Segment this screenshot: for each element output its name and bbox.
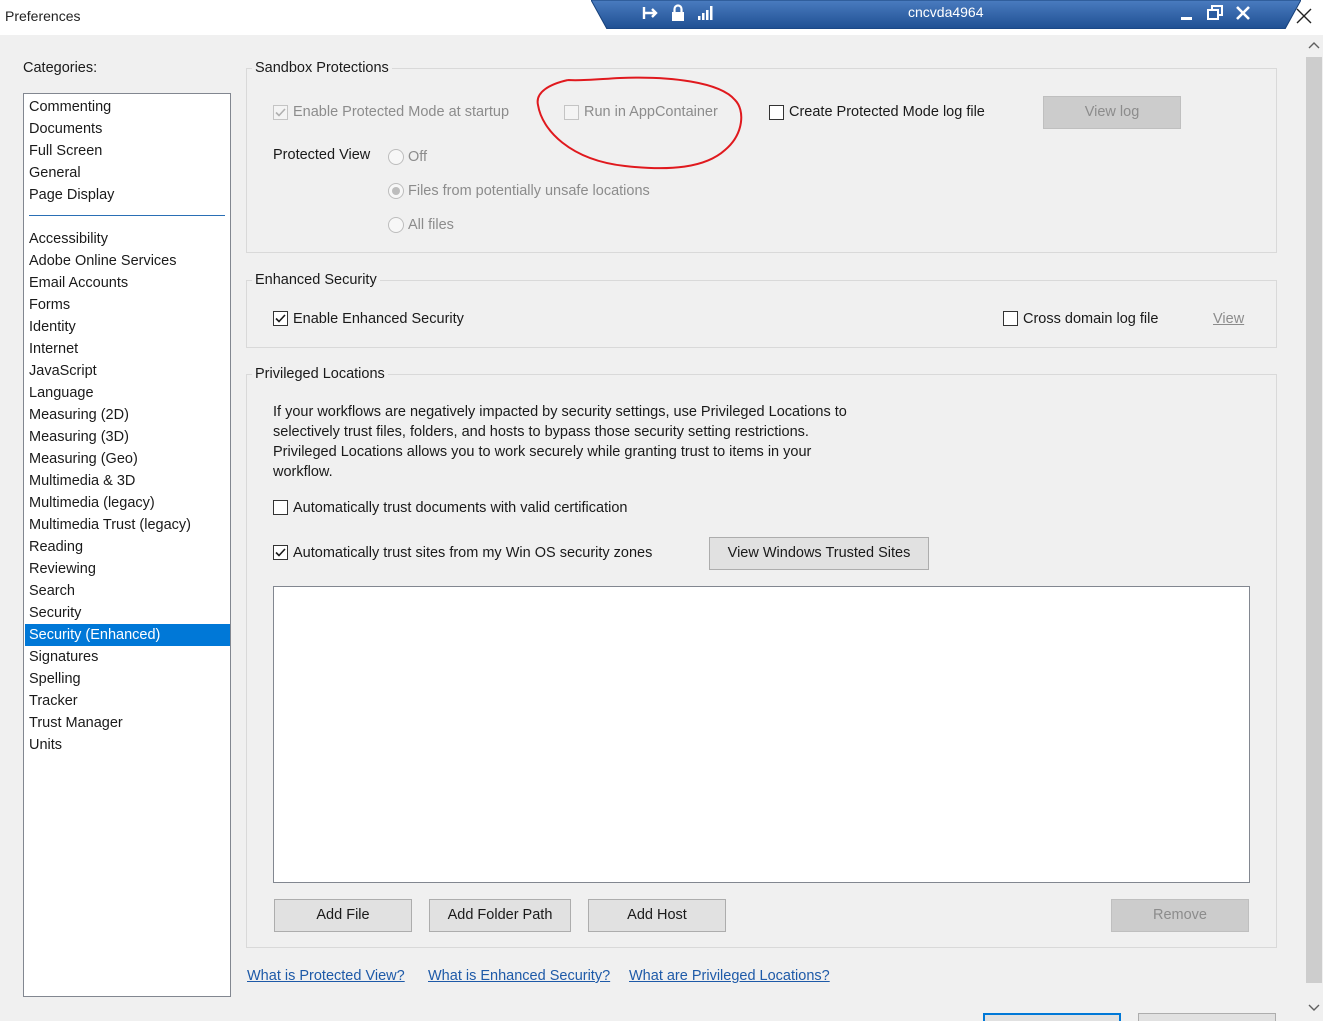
category-item[interactable]: Documents: [25, 118, 230, 140]
close-icon[interactable]: [1233, 3, 1253, 23]
remote-host-name: cncvda4964: [908, 4, 984, 20]
category-item[interactable]: Identity: [25, 316, 230, 338]
red-circle-annotation: [536, 76, 743, 170]
add-file-button[interactable]: Add File: [274, 899, 412, 932]
categories-label: Categories:: [23, 60, 98, 76]
category-item[interactable]: Forms: [25, 294, 230, 316]
enhanced-security-title: Enhanced Security: [252, 272, 380, 288]
enable-enhanced-security-checkbox[interactable]: [273, 311, 288, 326]
category-item[interactable]: Measuring (2D): [25, 404, 230, 426]
auto-trust-sites-label: Automatically trust sites from my Win OS…: [293, 545, 653, 561]
minimize-icon[interactable]: [1177, 3, 1197, 23]
enable-protected-mode-checkbox[interactable]: [273, 105, 288, 120]
window-close-icon[interactable]: [1294, 6, 1314, 26]
category-item[interactable]: Language: [25, 382, 230, 404]
category-item[interactable]: Security: [25, 602, 230, 624]
category-item[interactable]: Full Screen: [25, 140, 230, 162]
auto-trust-sites-checkbox[interactable]: [273, 545, 288, 560]
category-item[interactable]: Measuring (3D): [25, 426, 230, 448]
create-log-checkbox[interactable]: [769, 105, 784, 120]
what-is-protected-view-link[interactable]: What is Protected View?: [247, 968, 405, 984]
restore-icon[interactable]: [1205, 3, 1225, 23]
protected-view-off-label: Off: [408, 149, 428, 165]
scroll-up-icon[interactable]: [1305, 37, 1323, 55]
category-item[interactable]: Multimedia & 3D: [25, 470, 230, 492]
category-separator: [29, 215, 225, 216]
pin-icon[interactable]: [641, 3, 661, 23]
category-item[interactable]: Multimedia Trust (legacy): [25, 514, 230, 536]
cancel-button[interactable]: [1138, 1013, 1276, 1021]
title-bar: Preferences cncvda4964: [0, 0, 1323, 35]
what-are-privileged-locations-link[interactable]: What are Privileged Locations?: [629, 968, 830, 984]
category-item[interactable]: General: [25, 162, 230, 184]
category-item[interactable]: Spelling: [25, 668, 230, 690]
category-item[interactable]: Adobe Online Services: [25, 250, 230, 272]
view-windows-trusted-sites-button[interactable]: View Windows Trusted Sites: [709, 537, 929, 570]
privileged-locations-list[interactable]: [273, 586, 1250, 883]
category-item[interactable]: Commenting: [25, 96, 230, 118]
category-item[interactable]: Search: [25, 580, 230, 602]
category-item[interactable]: Internet: [25, 338, 230, 360]
cross-domain-log-checkbox[interactable]: [1003, 311, 1018, 326]
category-item[interactable]: Accessibility: [25, 228, 230, 250]
categories-list[interactable]: Commenting Documents Full Screen General…: [23, 93, 231, 997]
create-log-label: Create Protected Mode log file: [789, 104, 985, 120]
protected-view-unsafe-label: Files from potentially unsafe locations: [408, 183, 650, 199]
privileged-locations-description: If your workflows are negatively impacte…: [273, 404, 847, 480]
add-host-button[interactable]: Add Host: [588, 899, 726, 932]
category-item[interactable]: Reviewing: [25, 558, 230, 580]
vertical-scrollbar[interactable]: [1305, 35, 1323, 1021]
view-log-button[interactable]: View log: [1043, 96, 1181, 129]
radio-dot: [392, 187, 400, 195]
protected-view-off-radio[interactable]: [388, 149, 404, 165]
what-is-enhanced-security-link[interactable]: What is Enhanced Security?: [428, 968, 610, 984]
protected-view-label: Protected View: [273, 147, 371, 163]
category-item[interactable]: JavaScript: [25, 360, 230, 382]
add-folder-path-button[interactable]: Add Folder Path: [429, 899, 571, 932]
category-item[interactable]: Units: [25, 734, 230, 756]
category-item[interactable]: Measuring (Geo): [25, 448, 230, 470]
sandbox-protections-title: Sandbox Protections: [252, 60, 392, 76]
category-item[interactable]: Multimedia (legacy): [25, 492, 230, 514]
scroll-down-icon[interactable]: [1305, 998, 1323, 1016]
enable-enhanced-security-label: Enable Enhanced Security: [293, 311, 464, 327]
protected-view-all-radio[interactable]: [388, 217, 404, 233]
privileged-locations-title: Privileged Locations: [252, 366, 388, 382]
category-item[interactable]: Page Display: [25, 184, 230, 206]
category-item[interactable]: Reading: [25, 536, 230, 558]
category-item[interactable]: Signatures: [25, 646, 230, 668]
auto-trust-certified-checkbox[interactable]: [273, 500, 288, 515]
category-item-selected[interactable]: Security (Enhanced): [25, 624, 230, 646]
ok-button[interactable]: [983, 1013, 1121, 1021]
signal-icon[interactable]: [696, 3, 716, 23]
protected-view-unsafe-radio[interactable]: [388, 183, 404, 199]
remote-session-bar: cncvda4964: [591, 0, 1301, 29]
lock-icon[interactable]: [668, 3, 688, 23]
category-item[interactable]: Tracker: [25, 690, 230, 712]
cross-domain-log-label: Cross domain log file: [1023, 311, 1159, 327]
auto-trust-certified-label: Automatically trust documents with valid…: [293, 500, 628, 516]
category-item[interactable]: Trust Manager: [25, 712, 230, 734]
remove-button[interactable]: Remove: [1111, 899, 1249, 932]
category-item[interactable]: Email Accounts: [25, 272, 230, 294]
window-title: Preferences: [5, 8, 81, 24]
scrollbar-thumb[interactable]: [1306, 57, 1322, 983]
cross-domain-view-link[interactable]: View: [1213, 311, 1244, 327]
protected-view-all-label: All files: [408, 217, 454, 233]
enable-protected-mode-label: Enable Protected Mode at startup: [293, 104, 510, 120]
